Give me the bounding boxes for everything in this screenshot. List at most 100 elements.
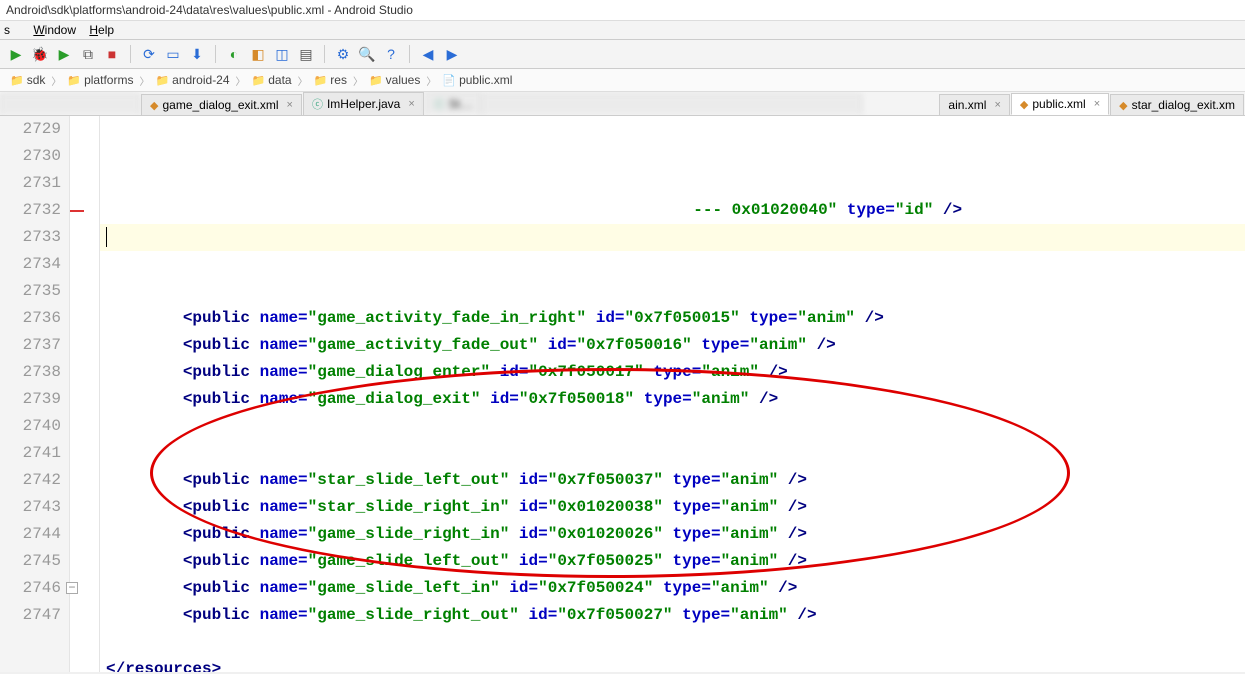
line-number: 2744	[4, 521, 61, 548]
code-line[interactable]: <public name="game_slide_left_out" id="0…	[100, 548, 1245, 575]
crumb-platforms[interactable]: 📁platforms	[63, 72, 137, 88]
tab-blurred-left[interactable]	[0, 94, 140, 115]
line-number: 2743	[4, 494, 61, 521]
code-line[interactable]	[100, 629, 1245, 656]
close-icon[interactable]: ×	[408, 98, 414, 110]
forward-icon[interactable]: ▶	[442, 44, 462, 64]
line-number: 2742	[4, 467, 61, 494]
device-file-explorer-icon[interactable]: ▤	[296, 44, 316, 64]
xml-file-icon: ◆	[1119, 99, 1127, 112]
line-number: 2745	[4, 548, 61, 575]
run-icon[interactable]: ▶	[6, 44, 26, 64]
line-number: 2741	[4, 440, 61, 467]
editor-tabs: ◆ game_dialog_exit.xml × ⓒ ImHelper.java…	[0, 92, 1245, 116]
sync-project-icon[interactable]: ⟳	[139, 44, 159, 64]
code-line[interactable]: <public name="game_activity_fade_in_righ…	[100, 305, 1245, 332]
toolbar-separator	[215, 45, 216, 63]
code-line[interactable]: <public name="star_slide_right_in" id="0…	[100, 494, 1245, 521]
line-number: 2737	[4, 332, 61, 359]
chevron-right-icon: 〉	[426, 73, 436, 88]
tab-game-dialog-exit[interactable]: ◆ game_dialog_exit.xml ×	[141, 94, 302, 115]
stop-icon[interactable]: ■	[102, 44, 122, 64]
tab-label: public.xml	[1032, 97, 1085, 111]
tab-star-dialog-exit[interactable]: ◆ star_dialog_exit.xm	[1110, 94, 1244, 115]
code-editor[interactable]: 2729273027312732273327342735273627372738…	[0, 116, 1245, 672]
code-line[interactable]: <public name="game_dialog_exit" id="0x7f…	[100, 386, 1245, 413]
close-icon[interactable]: ×	[994, 99, 1000, 111]
xml-file-icon: ◆	[150, 99, 158, 112]
tab-imhelper[interactable]: ⓒ ImHelper.java ×	[303, 92, 424, 115]
toolbar-separator	[324, 45, 325, 63]
line-number: 2730	[4, 143, 61, 170]
chevron-right-icon: 〉	[353, 73, 363, 88]
tab-label: star_dialog_exit.xm	[1132, 98, 1235, 112]
close-icon[interactable]: ×	[1094, 98, 1100, 110]
code-line[interactable]	[100, 440, 1245, 467]
java-file-icon: ⓒ	[312, 96, 323, 112]
code-line[interactable]	[100, 251, 1245, 278]
menu-bar: s Window Help	[0, 21, 1245, 40]
code-line[interactable]: <public name="game_slide_right_in" id="0…	[100, 521, 1245, 548]
line-number: 2731	[4, 170, 61, 197]
crumb-data[interactable]: 📁data	[248, 72, 296, 88]
code-line[interactable]: <public name="game_dialog_enter" id="0x7…	[100, 359, 1245, 386]
code-line[interactable]: <public name="star_slide_left_out" id="0…	[100, 467, 1245, 494]
fold-collapse-icon[interactable]: −	[66, 582, 78, 594]
code-line[interactable]: <public name="game_slide_left_in" id="0x…	[100, 575, 1245, 602]
project-structure-icon[interactable]: ⚙	[333, 44, 353, 64]
crumb-android-24[interactable]: 📁android-24	[151, 72, 233, 88]
navigation-breadcrumb: 📁sdk〉 📁platforms〉 📁android-24〉 📁data〉 📁r…	[0, 69, 1245, 92]
line-number: 2739	[4, 386, 61, 413]
crumb-sdk[interactable]: 📁sdk	[6, 72, 49, 88]
folder-icon: 📁	[369, 74, 383, 87]
crumb-public-xml[interactable]: 📄public.xml	[438, 72, 516, 88]
line-number: 2735	[4, 278, 61, 305]
code-line[interactable]: </resources>	[100, 656, 1245, 672]
menu-help[interactable]: Help	[89, 23, 114, 37]
tab-ain[interactable]: ain.xml ×	[939, 94, 1009, 115]
code-line[interactable]: <public name="game_slide_right_out" id="…	[100, 602, 1245, 629]
capture-icon[interactable]: ◧	[248, 44, 268, 64]
xml-file-icon: ◆	[1020, 98, 1028, 111]
tab-label: St…	[449, 97, 472, 111]
close-icon[interactable]: ×	[287, 99, 293, 111]
crumb-res[interactable]: 📁res	[310, 72, 351, 88]
help-icon[interactable]: ?	[381, 44, 401, 64]
tab-public-xml[interactable]: ◆ public.xml ×	[1011, 93, 1109, 115]
code-line[interactable]: --- 0x01020040" type="id" />	[100, 197, 1245, 224]
attach-debugger-icon[interactable]: ⧉	[78, 44, 98, 64]
search-icon[interactable]: 🔍	[357, 44, 377, 64]
sdk-manager-icon[interactable]: ⬇	[187, 44, 207, 64]
toolbar-separator	[130, 45, 131, 63]
debug-icon[interactable]: 🐞	[30, 44, 50, 64]
run-coverage-icon[interactable]: ▶	[54, 44, 74, 64]
code-area[interactable]: --- 0x01020040" type="id" /> <public nam…	[100, 116, 1245, 672]
line-number-gutter: 2729273027312732273327342735273627372738…	[0, 116, 70, 672]
line-number: 2740	[4, 413, 61, 440]
line-number: 2736	[4, 305, 61, 332]
code-line[interactable]: <public name="game_activity_fade_out" id…	[100, 332, 1245, 359]
code-line[interactable]	[100, 413, 1245, 440]
line-number: 2734	[4, 251, 61, 278]
change-marker	[70, 210, 84, 212]
back-icon[interactable]: ◀	[418, 44, 438, 64]
line-number: 2747	[4, 602, 61, 629]
menu-window[interactable]: Window	[33, 23, 76, 37]
folder-icon: 📁	[10, 74, 24, 87]
tab-blurred-mid[interactable]	[482, 94, 862, 115]
line-number: 2729	[4, 116, 61, 143]
code-line[interactable]	[100, 224, 1245, 251]
crumb-values[interactable]: 📁values	[365, 72, 424, 88]
tab-label: ImHelper.java	[327, 97, 400, 111]
folder-icon: 📁	[252, 74, 266, 87]
code-line[interactable]	[100, 278, 1245, 305]
main-toolbar: ▶ 🐞 ▶ ⧉ ■ ⟳ ▭ ⬇ ◐ ◧ ◫ ▤ ⚙ 🔍 ? ◀ ▶	[0, 40, 1245, 69]
tab-blurred-star[interactable]: ⓒ St…	[425, 92, 481, 115]
chevron-right-icon: 〉	[51, 73, 61, 88]
folder-icon: 📁	[155, 74, 169, 87]
menu-tools[interactable]: s	[4, 23, 20, 37]
android-monitor-icon[interactable]: ◐	[224, 44, 244, 64]
file-icon: 📄	[442, 74, 456, 87]
avd-manager-icon[interactable]: ▭	[163, 44, 183, 64]
layout-inspector-icon[interactable]: ◫	[272, 44, 292, 64]
